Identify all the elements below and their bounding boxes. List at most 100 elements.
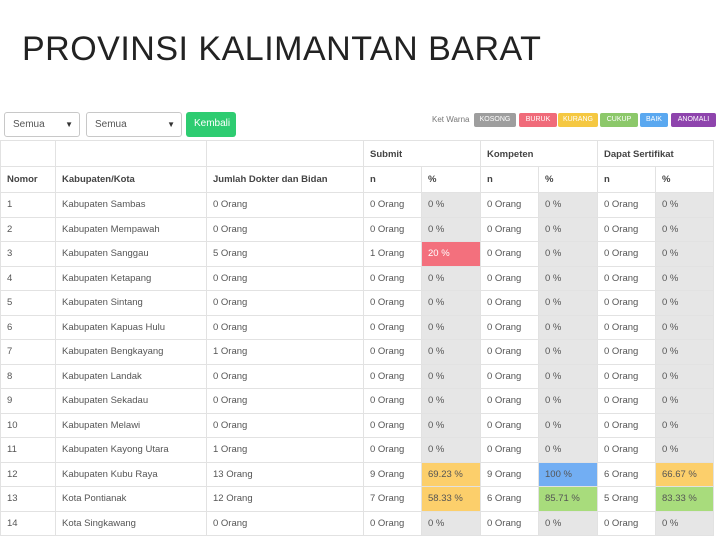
table-row: 8 Kabupaten Landak 0 Orang 0 Orang 0 % 0 Oran… <box>0 363 714 389</box>
row-number: 5 <box>0 290 56 316</box>
row-total: 13 Orang <box>206 461 364 487</box>
region-select-value: Semua <box>13 119 45 130</box>
row-kompeten-pct: 0 % <box>538 192 598 218</box>
row-number: 9 <box>0 388 56 414</box>
row-sertifikat-n: 0 Orang <box>597 363 656 389</box>
col-kompeten-pct: % <box>538 166 598 193</box>
row-sertifikat-n: 0 Orang <box>597 265 656 291</box>
col-jumlah: Jumlah Dokter dan Bidan <box>206 166 364 193</box>
row-kompeten-n: 6 Orang <box>480 486 539 512</box>
back-button[interactable]: Kembali <box>186 112 236 137</box>
row-kompeten-pct: 0 % <box>538 510 598 536</box>
recap-table: Submit Kompeten Dapat Sertifikat Nomor K… <box>0 140 714 536</box>
row-number: 2 <box>0 216 56 242</box>
row-total: 0 Orang <box>206 388 364 414</box>
row-number: 13 <box>0 486 56 512</box>
row-region: Kabupaten Mempawah <box>55 216 207 242</box>
row-number: 14 <box>0 510 56 536</box>
row-region: Kabupaten Sintang <box>55 290 207 316</box>
row-submit-n: 0 Orang <box>363 314 422 340</box>
row-sertifikat-pct: 0 % <box>655 388 714 414</box>
row-region: Kabupaten Ketapang <box>55 265 207 291</box>
row-number: 1 <box>0 192 56 218</box>
row-region: Kabupaten Landak <box>55 363 207 389</box>
table-row: 11 Kabupaten Kayong Utara 1 Orang 0 Orang 0 … <box>0 437 714 463</box>
row-region: Kabupaten Sekadau <box>55 388 207 414</box>
row-submit-n: 0 Orang <box>363 265 422 291</box>
group-header-row: Submit Kompeten Dapat Sertifikat <box>0 140 714 167</box>
row-kompeten-n: 0 Orang <box>480 388 539 414</box>
row-submit-pct: 0 % <box>421 265 481 291</box>
row-kompeten-pct: 0 % <box>538 339 598 365</box>
row-submit-n: 0 Orang <box>363 437 422 463</box>
row-number: 12 <box>0 461 56 487</box>
row-kompeten-n: 0 Orang <box>480 412 539 438</box>
row-total: 1 Orang <box>206 339 364 365</box>
row-sertifikat-pct: 0 % <box>655 363 714 389</box>
row-submit-n: 0 Orang <box>363 216 422 242</box>
row-kompeten-n: 0 Orang <box>480 241 539 267</box>
row-region: Kabupaten Kayong Utara <box>55 437 207 463</box>
row-region: Kabupaten Melawi <box>55 412 207 438</box>
table-row: 6 Kabupaten Kapuas Hulu 0 Orang 0 Orang 0 % 0… <box>0 314 714 340</box>
legend-chip-kurang: KURANG <box>558 113 598 127</box>
row-submit-pct: 0 % <box>421 412 481 438</box>
row-kompeten-n: 0 Orang <box>480 437 539 463</box>
group-submit: Submit <box>363 140 481 167</box>
row-kompeten-pct: 0 % <box>538 388 598 414</box>
row-kompeten-pct: 0 % <box>538 216 598 242</box>
row-total: 0 Orang <box>206 192 364 218</box>
row-submit-n: 0 Orang <box>363 412 422 438</box>
row-region: Kota Singkawang <box>55 510 207 536</box>
table-row: 14 Kota Singkawang 0 Orang 0 Orang 0 % 0 Oran… <box>0 510 714 536</box>
row-region: Kabupaten Sambas <box>55 192 207 218</box>
row-total: 0 Orang <box>206 363 364 389</box>
row-sertifikat-n: 0 Orang <box>597 437 656 463</box>
row-region: Kabupaten Kubu Raya <box>55 461 207 487</box>
category-select[interactable]: Semua ▼ <box>86 112 182 137</box>
row-number: 4 <box>0 265 56 291</box>
row-kompeten-n: 0 Orang <box>480 314 539 340</box>
legend-chip-cukup: CUKUP <box>600 113 638 127</box>
row-sertifikat-n: 0 Orang <box>597 290 656 316</box>
table-row: 5 Kabupaten Sintang 0 Orang 0 Orang 0 % 0 Ora… <box>0 290 714 316</box>
row-kompeten-n: 0 Orang <box>480 339 539 365</box>
row-submit-pct: 0 % <box>421 290 481 316</box>
row-total: 0 Orang <box>206 412 364 438</box>
row-total: 0 Orang <box>206 510 364 536</box>
row-sertifikat-n: 0 Orang <box>597 314 656 340</box>
row-kompeten-n: 0 Orang <box>480 363 539 389</box>
table-row: 3 Kabupaten Sanggau 5 Orang 1 Orang 20 % 0 Or… <box>0 241 714 267</box>
row-submit-n: 1 Orang <box>363 241 422 267</box>
region-select[interactable]: Semua ▼ <box>4 112 80 137</box>
row-kompeten-pct: 0 % <box>538 290 598 316</box>
row-submit-pct: 0 % <box>421 388 481 414</box>
row-sertifikat-n: 0 Orang <box>597 241 656 267</box>
row-submit-pct: 58.33 % <box>421 486 481 512</box>
group-kompeten: Kompeten <box>480 140 598 167</box>
row-kompeten-pct: 0 % <box>538 241 598 267</box>
col-submit-n: n <box>363 166 422 193</box>
row-kompeten-pct: 0 % <box>538 314 598 340</box>
row-submit-pct: 0 % <box>421 314 481 340</box>
row-region: Kota Pontianak <box>55 486 207 512</box>
row-region: Kabupaten Kapuas Hulu <box>55 314 207 340</box>
row-sertifikat-pct: 0 % <box>655 216 714 242</box>
row-sertifikat-n: 6 Orang <box>597 461 656 487</box>
row-total: 0 Orang <box>206 265 364 291</box>
row-kompeten-pct: 0 % <box>538 363 598 389</box>
row-submit-pct: 0 % <box>421 510 481 536</box>
legend-chip-anomali: ANOMALI <box>671 113 716 127</box>
row-sertifikat-n: 0 Orang <box>597 216 656 242</box>
row-kompeten-n: 0 Orang <box>480 216 539 242</box>
row-submit-n: 0 Orang <box>363 290 422 316</box>
row-submit-pct: 0 % <box>421 437 481 463</box>
col-submit-pct: % <box>421 166 481 193</box>
row-sertifikat-pct: 0 % <box>655 510 714 536</box>
row-total: 5 Orang <box>206 241 364 267</box>
row-sertifikat-pct: 0 % <box>655 192 714 218</box>
row-total: 1 Orang <box>206 437 364 463</box>
filter-toolbar: Semua ▼ Semua ▼ Kembali Ket Warna KOSONG… <box>0 104 720 138</box>
row-sertifikat-n: 0 Orang <box>597 192 656 218</box>
row-submit-n: 0 Orang <box>363 510 422 536</box>
